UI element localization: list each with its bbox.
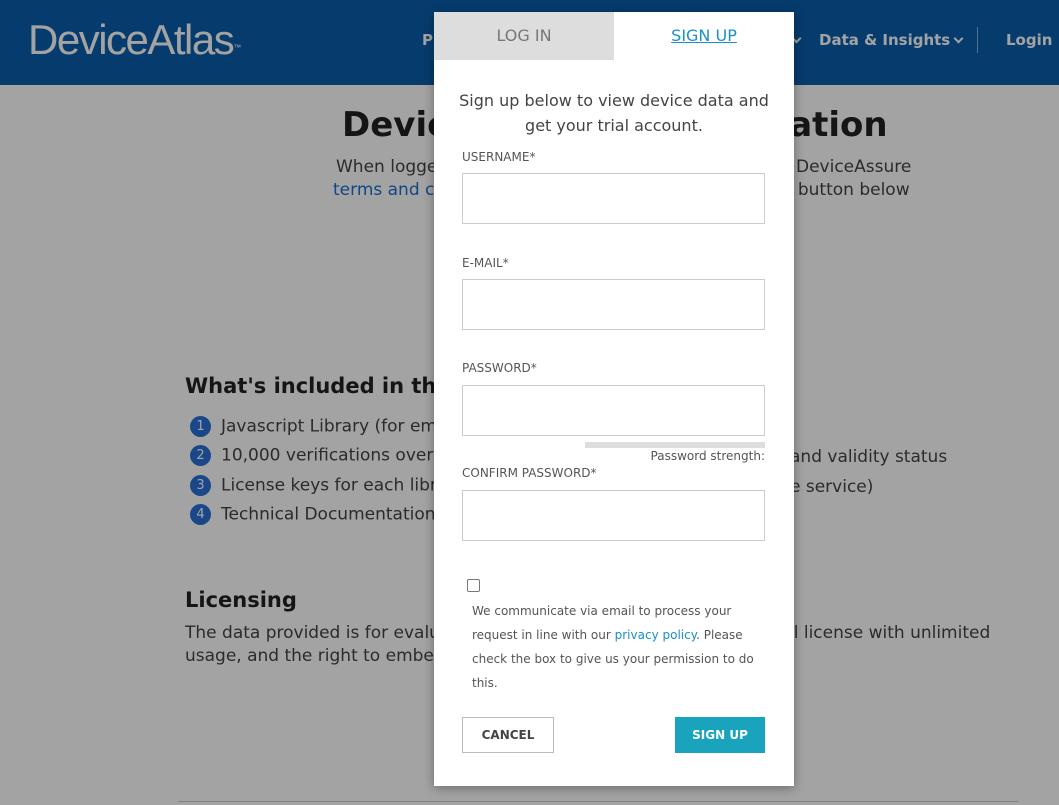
tab-signup[interactable]: SIGN UP — [614, 12, 794, 60]
email-field[interactable] — [462, 279, 765, 330]
confirm-password-field[interactable] — [462, 490, 765, 541]
password-strength-bar — [585, 442, 765, 448]
sign-up-button[interactable]: SIGN UP — [675, 717, 765, 753]
consent-text: We communicate via email to process your… — [472, 604, 754, 690]
email-label: E-MAIL* — [462, 256, 509, 270]
confirm-password-label: CONFIRM PASSWORD* — [462, 466, 597, 480]
signup-modal: LOG IN SIGN UP Sign up below to view dev… — [434, 12, 794, 786]
username-field[interactable] — [462, 173, 765, 224]
tab-login[interactable]: LOG IN — [434, 12, 614, 60]
privacy-policy-link[interactable]: privacy policy — [615, 628, 696, 642]
password-label: PASSWORD* — [462, 361, 537, 375]
signup-intro: Sign up below to view device data and ge… — [459, 91, 769, 135]
username-label: USERNAME* — [462, 150, 536, 164]
password-field[interactable] — [462, 385, 765, 436]
password-strength-label: Password strength: — [650, 449, 765, 463]
consent-checkbox[interactable] — [467, 579, 480, 592]
cancel-button[interactable]: CANCEL — [462, 717, 554, 753]
